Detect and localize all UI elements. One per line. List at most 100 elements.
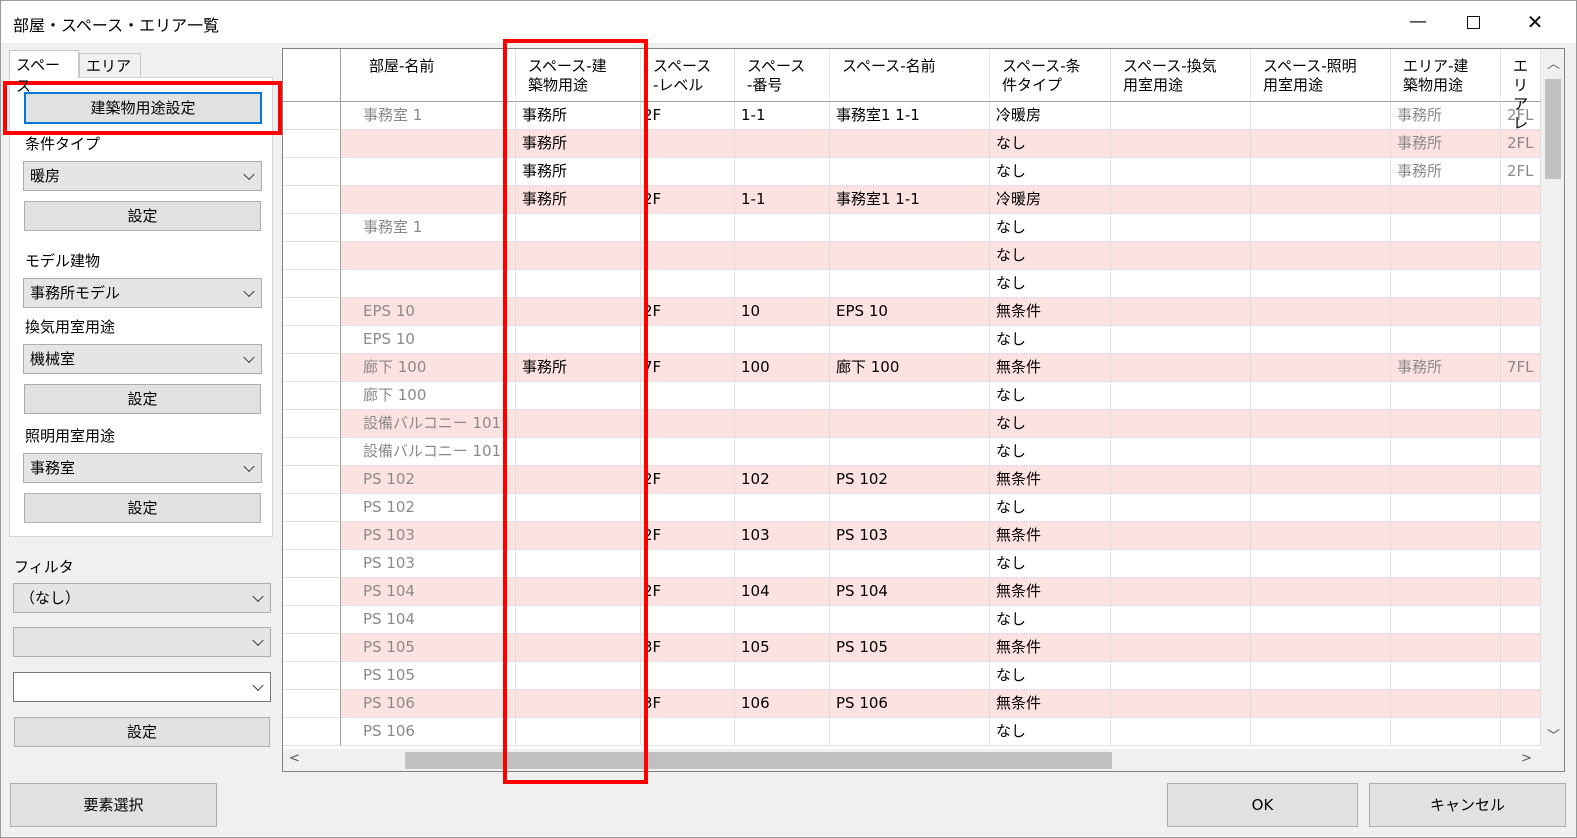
table-cell[interactable]: 3F bbox=[641, 690, 735, 718]
table-cell[interactable] bbox=[1501, 494, 1541, 522]
row-header-cell[interactable] bbox=[283, 214, 341, 242]
table-cell[interactable] bbox=[641, 410, 735, 438]
table-cell[interactable] bbox=[830, 662, 990, 690]
table-row[interactable]: EPS 10 なし bbox=[283, 326, 1541, 354]
table-cell[interactable]: 設備バルコニー 101 bbox=[341, 410, 516, 438]
table-cell[interactable]: 事務所 bbox=[1391, 354, 1501, 382]
table-cell[interactable] bbox=[830, 718, 990, 746]
table-cell[interactable]: なし bbox=[990, 606, 1111, 634]
ventilation-use-set-button[interactable]: 設定 bbox=[24, 384, 261, 414]
scroll-up-icon[interactable]: ︿ bbox=[1547, 53, 1560, 72]
table-cell[interactable] bbox=[830, 326, 990, 354]
table-cell[interactable] bbox=[641, 214, 735, 242]
table-cell[interactable]: 無条件 bbox=[990, 634, 1111, 662]
table-cell[interactable] bbox=[1251, 410, 1391, 438]
table-cell[interactable]: PS 104 bbox=[341, 606, 516, 634]
table-row[interactable]: PS 106 なし bbox=[283, 718, 1541, 746]
table-cell[interactable]: 10 bbox=[735, 298, 830, 326]
table-cell[interactable]: PS 102 bbox=[341, 494, 516, 522]
table-cell[interactable] bbox=[1501, 242, 1541, 270]
row-header-cell[interactable] bbox=[283, 466, 341, 494]
table-cell[interactable] bbox=[1501, 466, 1541, 494]
table-cell[interactable]: 設備バルコニー 101 bbox=[341, 438, 516, 466]
table-cell[interactable]: 104 bbox=[735, 578, 830, 606]
row-header-cell[interactable] bbox=[283, 550, 341, 578]
table-cell[interactable] bbox=[641, 242, 735, 270]
table-row[interactable]: PS 105 3F 105 PS 105 無条件 bbox=[283, 634, 1541, 662]
row-header-cell[interactable] bbox=[283, 382, 341, 410]
table-cell[interactable] bbox=[1111, 522, 1251, 550]
table-cell[interactable] bbox=[1111, 634, 1251, 662]
horizontal-scrollbar[interactable]: < > bbox=[283, 749, 1541, 771]
table-row[interactable]: 廊下 100 事務所 7F 100 廊下 100 無条件 事務所 7FL bbox=[283, 354, 1541, 382]
table-cell[interactable] bbox=[1111, 550, 1251, 578]
table-cell[interactable] bbox=[1111, 186, 1251, 214]
filter-select-3[interactable] bbox=[13, 672, 271, 702]
table-row[interactable]: 事務室 1 事務所 2F 1-1 事務室1 1-1 冷暖房 事務所 2FL bbox=[283, 102, 1541, 130]
table-cell[interactable] bbox=[830, 550, 990, 578]
table-cell[interactable] bbox=[1391, 298, 1501, 326]
table-cell[interactable]: なし bbox=[990, 270, 1111, 298]
table-cell[interactable] bbox=[735, 130, 830, 158]
table-cell[interactable] bbox=[830, 606, 990, 634]
table-cell[interactable]: 3F bbox=[641, 634, 735, 662]
filter-set-button[interactable]: 設定 bbox=[14, 717, 270, 747]
table-cell[interactable]: 7F bbox=[641, 354, 735, 382]
table-cell[interactable] bbox=[641, 718, 735, 746]
row-header-cell[interactable] bbox=[283, 522, 341, 550]
column-header[interactable]: スペース-換気 用室用途 bbox=[1111, 49, 1251, 102]
table-cell[interactable] bbox=[735, 158, 830, 186]
table-cell[interactable] bbox=[1251, 354, 1391, 382]
table-cell[interactable] bbox=[1111, 438, 1251, 466]
table-cell[interactable] bbox=[830, 494, 990, 522]
table-cell[interactable] bbox=[830, 382, 990, 410]
lighting-use-select[interactable]: 事務室 bbox=[23, 453, 262, 483]
filter-select-2[interactable] bbox=[13, 627, 271, 657]
table-cell[interactable] bbox=[1391, 270, 1501, 298]
table-cell[interactable] bbox=[735, 382, 830, 410]
table-row[interactable]: 設備バルコニー 101 なし bbox=[283, 438, 1541, 466]
table-row[interactable]: PS 104 2F 104 PS 104 無条件 bbox=[283, 578, 1541, 606]
table-cell[interactable]: なし bbox=[990, 438, 1111, 466]
table-cell[interactable] bbox=[1251, 606, 1391, 634]
table-cell[interactable] bbox=[1501, 326, 1541, 354]
table-cell[interactable]: 105 bbox=[735, 634, 830, 662]
table-cell[interactable] bbox=[1391, 326, 1501, 354]
table-cell[interactable]: 106 bbox=[735, 690, 830, 718]
table-cell[interactable] bbox=[1251, 298, 1391, 326]
table-cell[interactable]: PS 103 bbox=[341, 522, 516, 550]
column-header[interactable]: エリア-建 築物用途 bbox=[1391, 49, 1501, 102]
table-cell[interactable] bbox=[641, 382, 735, 410]
table-cell[interactable] bbox=[1391, 662, 1501, 690]
table-cell[interactable] bbox=[641, 438, 735, 466]
model-building-select[interactable]: 事務所モデル bbox=[23, 278, 262, 308]
column-header[interactable]: スペース -レベル bbox=[641, 49, 735, 102]
condition-type-select[interactable]: 暖房 bbox=[23, 161, 262, 191]
table-cell[interactable] bbox=[735, 438, 830, 466]
table-cell[interactable]: 廊下 100 bbox=[341, 354, 516, 382]
table-cell[interactable] bbox=[641, 270, 735, 298]
table-cell[interactable] bbox=[735, 606, 830, 634]
table-cell[interactable] bbox=[1251, 522, 1391, 550]
table-cell[interactable] bbox=[1501, 718, 1541, 746]
table-cell[interactable]: 2F bbox=[641, 522, 735, 550]
table-row[interactable]: なし bbox=[283, 270, 1541, 298]
table-cell[interactable]: なし bbox=[990, 130, 1111, 158]
table-row[interactable]: PS 103 なし bbox=[283, 550, 1541, 578]
table-cell[interactable]: PS 103 bbox=[830, 522, 990, 550]
row-header-cell[interactable] bbox=[283, 130, 341, 158]
table-cell[interactable]: 事務室1 1-1 bbox=[830, 102, 990, 130]
table-cell[interactable] bbox=[1501, 298, 1541, 326]
table-cell[interactable]: なし bbox=[990, 158, 1111, 186]
table-cell[interactable]: EPS 10 bbox=[341, 298, 516, 326]
table-row[interactable]: PS 102 なし bbox=[283, 494, 1541, 522]
table-cell[interactable] bbox=[1111, 270, 1251, 298]
table-cell[interactable] bbox=[341, 158, 516, 186]
table-cell[interactable] bbox=[1391, 466, 1501, 494]
table-cell[interactable] bbox=[1251, 158, 1391, 186]
table-cell[interactable]: なし bbox=[990, 550, 1111, 578]
table-cell[interactable] bbox=[1391, 634, 1501, 662]
table-cell[interactable] bbox=[830, 214, 990, 242]
table-cell[interactable]: 2FL bbox=[1501, 158, 1541, 186]
table-cell[interactable]: PS 102 bbox=[341, 466, 516, 494]
